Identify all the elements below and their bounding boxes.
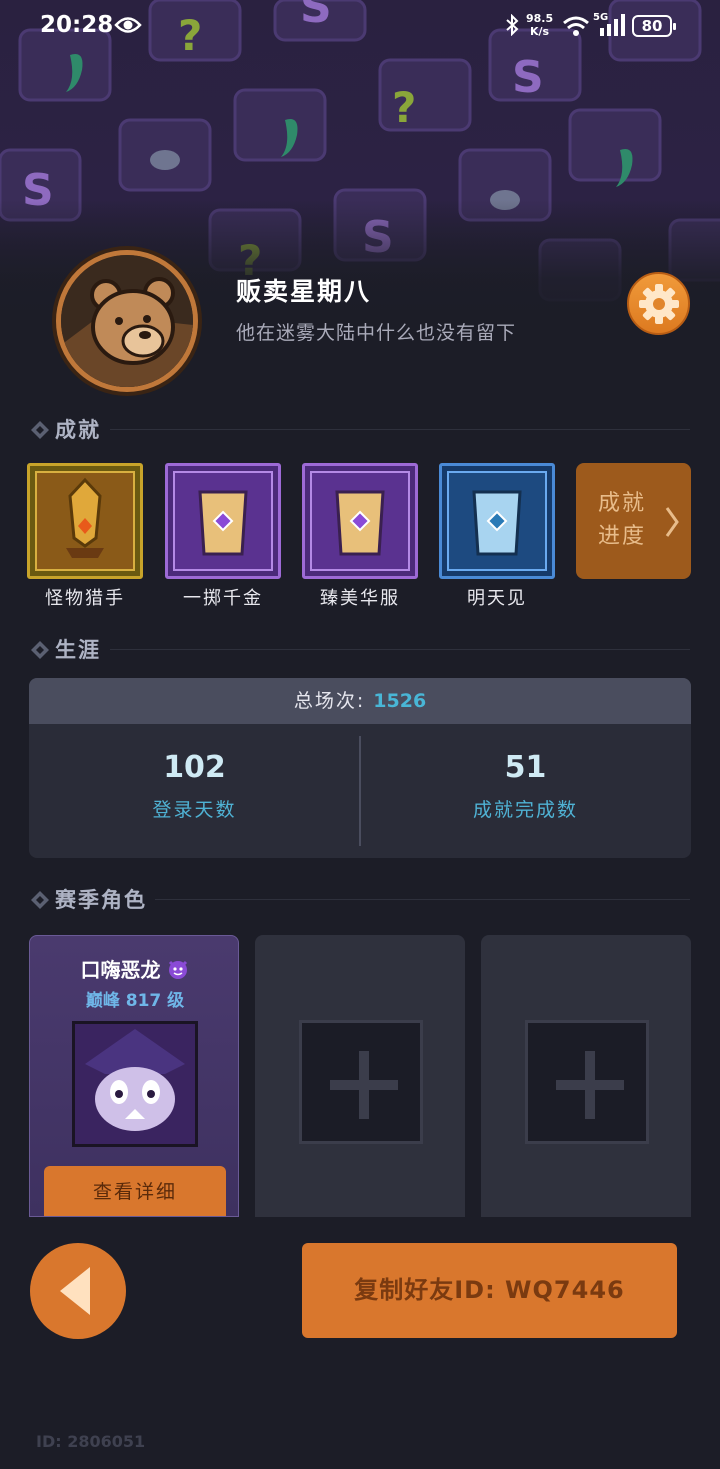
achievement-label: 明天见 [467,588,527,609]
svg-text:?: ? [392,83,416,132]
svg-text:S: S [512,52,544,103]
achievement-progress-button[interactable]: 成就进度 [576,463,691,579]
season-roles-section-header: 赛季角色 [30,884,690,914]
purple-card-badge-icon [173,471,273,571]
signal-icon [600,14,625,36]
achievements-done-label: 成就完成数 [472,799,578,821]
avatar[interactable] [56,250,198,392]
gear-icon [639,284,679,324]
diamond-bullet-icon [31,891,49,909]
career-stats-card: 总场次: 1526 102 登录天数 51 成就完成数 [29,678,691,858]
user-id: ID: 2806051 [36,1432,146,1451]
achievement-badge[interactable]: 明天见 [439,463,555,610]
achievement-label: 一掷千金 [183,588,263,609]
network-speed-unit: K/s [530,25,550,38]
achievement-label: 臻美华服 [320,588,400,609]
wifi-icon [563,16,589,36]
bluetooth-icon [506,14,519,36]
career-section-header: 生涯 [30,634,690,664]
status-time: 20:28 [40,12,114,38]
achievement-badge[interactable]: 一掷千金 [165,463,281,610]
login-days-stat: 102 登录天数 [29,724,360,858]
chevron-right-icon [665,507,679,537]
total-matches-label: 总场次: [293,690,366,712]
battery-indicator: 80 [632,15,676,37]
plus-icon [330,1051,398,1119]
back-arrow-icon [60,1267,90,1315]
player-name: 贩卖星期八 [236,277,372,306]
diamond-bullet-icon [31,641,49,659]
blue-card-badge-icon [447,471,547,571]
achievement-progress-label: 成就进度 [598,491,647,549]
plus-icon [556,1051,624,1119]
role-portrait [72,1021,198,1147]
total-matches-value: 1526 [373,690,427,712]
achievement-badge[interactable]: 臻美华服 [302,463,418,610]
achievements-done-value: 51 [504,750,547,785]
achievements-title: 成就 [55,418,101,442]
player-bio: 他在迷雾大陆中什么也没有留下 [236,322,517,344]
season-role-card[interactable]: 口嗨恶龙 巅峰 817 级 查看详细 [29,935,239,1217]
login-days-value: 102 [163,750,226,785]
season-roles-title: 赛季角色 [55,888,147,912]
career-title: 生涯 [55,638,101,662]
role-name: 口嗨恶龙 [30,954,238,983]
achievements-done-stat: 51 成就完成数 [360,724,691,858]
achievements-section-header: 成就 [30,414,690,444]
dragon-portrait-icon [75,1024,195,1144]
network-speed: 98.5 K/s [526,12,553,38]
back-button[interactable] [30,1243,126,1339]
copy-friend-id-button[interactable]: 复制好友ID: WQ7446 [302,1243,677,1338]
diamond-bullet-icon [31,421,49,439]
status-bar: 20:28 98.5 K/s 5G 80 [0,0,720,54]
login-days-label: 登录天数 [152,799,237,821]
network-speed-value: 98.5 [526,12,554,25]
achievement-badge[interactable]: 怪物猎手 [27,463,143,610]
achievement-label: 怪物猎手 [45,588,125,609]
empty-role-slot[interactable] [481,935,691,1217]
total-matches-row: 总场次: 1526 [29,678,691,724]
purple-card-badge-icon [310,471,410,571]
bear-avatar-icon [61,255,193,387]
eye-icon [114,17,142,33]
role-level: 巅峰 817 级 [85,991,185,1011]
empty-role-slot[interactable] [255,935,465,1217]
view-details-button[interactable]: 查看详细 [44,1166,226,1216]
devil-emoji-icon [169,960,188,979]
gold-blade-badge-icon [35,471,135,571]
role-name-text: 口嗨恶龙 [80,958,161,982]
settings-button[interactable] [627,272,690,335]
